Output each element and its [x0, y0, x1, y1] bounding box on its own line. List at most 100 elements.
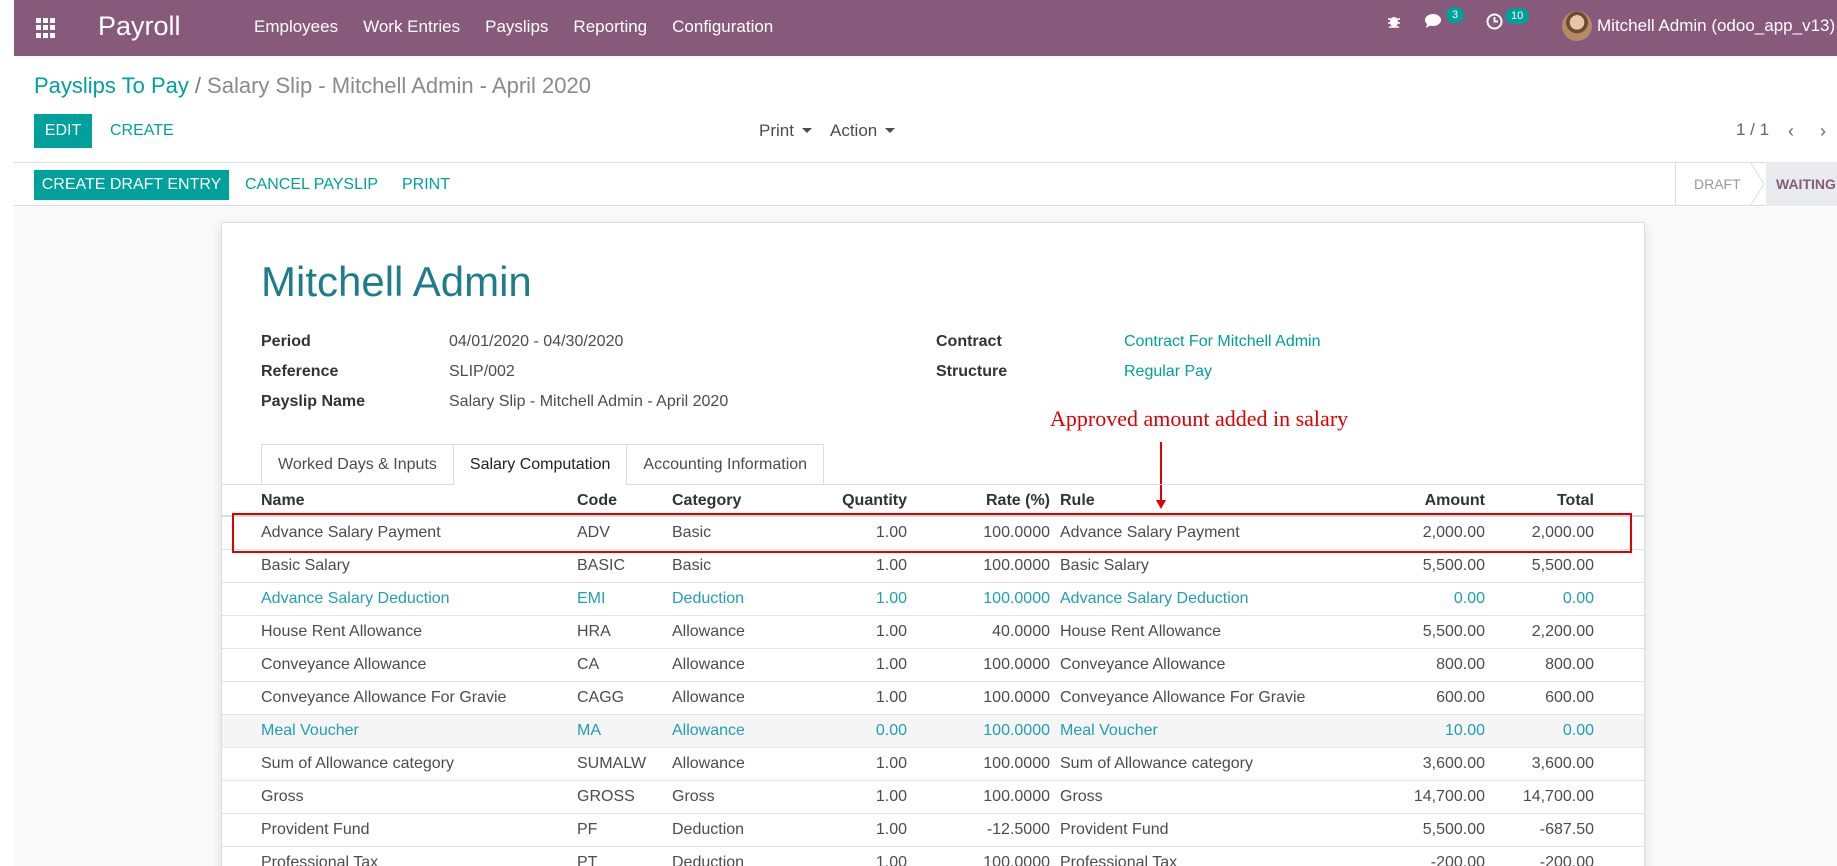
annotation-text: Approved amount added in salary: [1050, 406, 1349, 431]
debug-bug-icon[interactable]: [1386, 13, 1402, 29]
header-total[interactable]: Total: [1485, 486, 1594, 517]
table-row[interactable]: Professional Tax PT Deduction 1.00 100.0…: [222, 845, 1644, 866]
cell-code: EMI: [577, 581, 672, 615]
menu-work-entries[interactable]: Work Entries: [363, 17, 460, 37]
stage-draft[interactable]: DRAFT: [1675, 162, 1753, 206]
pager-value[interactable]: 1 / 1: [1736, 120, 1769, 140]
cell-quantity: 1.00: [784, 845, 907, 866]
cell-category: Allowance: [672, 614, 784, 648]
cell-rule: Gross: [1060, 779, 1385, 813]
cell-category: Gross: [672, 779, 784, 813]
action-dropdown[interactable]: Action: [830, 121, 896, 141]
activities-button[interactable]: 10: [1486, 7, 1530, 30]
print-button[interactable]: PRINT: [402, 176, 450, 194]
header-amount[interactable]: Amount: [1385, 486, 1485, 517]
create-draft-entry-button[interactable]: CREATE DRAFT ENTRY: [34, 170, 229, 200]
table-row[interactable]: Advance Salary Deduction EMI Deduction 1…: [222, 581, 1644, 615]
messages-button[interactable]: 3: [1424, 7, 1465, 29]
app-brand[interactable]: Payroll: [98, 11, 181, 42]
contract-label: Contract: [936, 333, 1002, 350]
cell-quantity: 1.00: [784, 680, 907, 714]
header-quantity[interactable]: Quantity: [784, 486, 907, 517]
cell-rule: Advance Salary Deduction: [1060, 581, 1385, 615]
highlight-box: [232, 513, 1632, 553]
cell-rate: 100.0000: [907, 713, 1050, 747]
cell-rule: House Rent Allowance: [1060, 614, 1385, 648]
table-row[interactable]: Conveyance Allowance CA Allowance 1.00 1…: [222, 647, 1644, 681]
print-dropdown[interactable]: Print: [759, 121, 812, 141]
cell-rate: -12.5000: [907, 812, 1050, 846]
menu-payslips[interactable]: Payslips: [485, 17, 548, 37]
activities-badge: 10: [1505, 7, 1530, 24]
create-button[interactable]: CREATE: [110, 122, 174, 140]
stage-waiting[interactable]: WAITING: [1766, 162, 1837, 206]
menu-reporting[interactable]: Reporting: [573, 17, 647, 37]
table-row[interactable]: Conveyance Allowance For Gravie CAGG All…: [222, 680, 1644, 714]
cell-amount: 5,500.00: [1385, 812, 1485, 846]
clock-icon: [1486, 13, 1503, 30]
cell-amount: 10.00: [1385, 713, 1485, 747]
header-code[interactable]: Code: [577, 486, 672, 517]
cell-name: Conveyance Allowance: [261, 647, 577, 681]
cell-category: Allowance: [672, 680, 784, 714]
cell-quantity: 1.00: [784, 548, 907, 582]
edit-button[interactable]: EDIT: [34, 114, 92, 148]
user-menu[interactable]: Mitchell Admin (odoo_app_v13): [1562, 11, 1835, 41]
cell-total: 2,200.00: [1485, 614, 1594, 648]
table-row[interactable]: Gross GROSS Gross 1.00 100.0000 Gross 14…: [222, 779, 1644, 813]
contract-link[interactable]: Contract For Mitchell Admin: [1124, 333, 1321, 351]
cell-quantity: 1.00: [784, 812, 907, 846]
header-category[interactable]: Category: [672, 486, 784, 517]
reference-value: SLIP/002: [449, 363, 515, 380]
messages-badge: 3: [1446, 7, 1465, 23]
cell-total: 3,600.00: [1485, 746, 1594, 780]
cell-total: 600.00: [1485, 680, 1594, 714]
cell-code: BASIC: [577, 548, 672, 582]
cell-code: HRA: [577, 614, 672, 648]
breadcrumb-parent[interactable]: Payslips To Pay: [34, 73, 189, 98]
cell-category: Deduction: [672, 812, 784, 846]
tab-accounting-information[interactable]: Accounting Information: [626, 444, 825, 484]
header-rule[interactable]: Rule: [1060, 486, 1385, 517]
chat-icon: [1425, 14, 1441, 28]
payslip-name-value: Salary Slip - Mitchell Admin - April 202…: [449, 393, 729, 410]
pager-previous-icon[interactable]: ‹: [1788, 121, 1794, 142]
table-row[interactable]: Sum of Allowance category SUMALW Allowan…: [222, 746, 1644, 780]
employee-name: Mitchell Admin: [261, 258, 532, 305]
cell-quantity: 1.00: [784, 581, 907, 615]
apps-menu-icon[interactable]: [36, 18, 56, 38]
cell-amount: 800.00: [1385, 647, 1485, 681]
structure-link[interactable]: Regular Pay: [1124, 363, 1212, 381]
menu-employees[interactable]: Employees: [254, 17, 338, 37]
stage-arrow-icon: [1750, 162, 1765, 206]
cell-rule: Professional Tax: [1060, 845, 1385, 866]
cell-amount: 5,500.00: [1385, 614, 1485, 648]
tab-worked-days-inputs[interactable]: Worked Days & Inputs: [261, 444, 454, 484]
table-row[interactable]: Basic Salary BASIC Basic 1.00 100.0000 B…: [222, 548, 1644, 582]
reference-label: Reference: [261, 363, 339, 380]
print-dropdown-label: Print: [759, 121, 794, 140]
cell-category: Allowance: [672, 713, 784, 747]
cell-quantity: 1.00: [784, 779, 907, 813]
user-name: Mitchell Admin (odoo_app_v13): [1597, 16, 1836, 35]
cell-name: House Rent Allowance: [261, 614, 577, 648]
cell-rule: Basic Salary: [1060, 548, 1385, 582]
pager-next-icon[interactable]: ›: [1820, 121, 1826, 142]
table-row[interactable]: House Rent Allowance HRA Allowance 1.00 …: [222, 614, 1644, 648]
header-rate[interactable]: Rate (%): [907, 486, 1050, 517]
cell-rule: Sum of Allowance category: [1060, 746, 1385, 780]
payslip-name-label: Payslip Name: [261, 393, 366, 410]
cell-code: SUMALW: [577, 746, 672, 780]
table-header-row: Name Code Category Quantity Rate (%) Rul…: [222, 486, 1644, 517]
table-row[interactable]: Provident Fund PF Deduction 1.00 -12.500…: [222, 812, 1644, 846]
cell-rate: 100.0000: [907, 746, 1050, 780]
menu-configuration[interactable]: Configuration: [672, 17, 773, 37]
header-name[interactable]: Name: [261, 486, 577, 517]
tab-salary-computation[interactable]: Salary Computation: [452, 444, 628, 485]
cancel-payslip-button[interactable]: CANCEL PAYSLIP: [245, 176, 378, 194]
cell-total: 0.00: [1485, 581, 1594, 615]
cell-rate: 100.0000: [907, 845, 1050, 866]
cell-quantity: 1.00: [784, 647, 907, 681]
main-menu: Employees Work Entries Payslips Reportin…: [254, 17, 773, 37]
table-row[interactable]: Meal Voucher MA Allowance 0.00 100.0000 …: [222, 713, 1644, 747]
